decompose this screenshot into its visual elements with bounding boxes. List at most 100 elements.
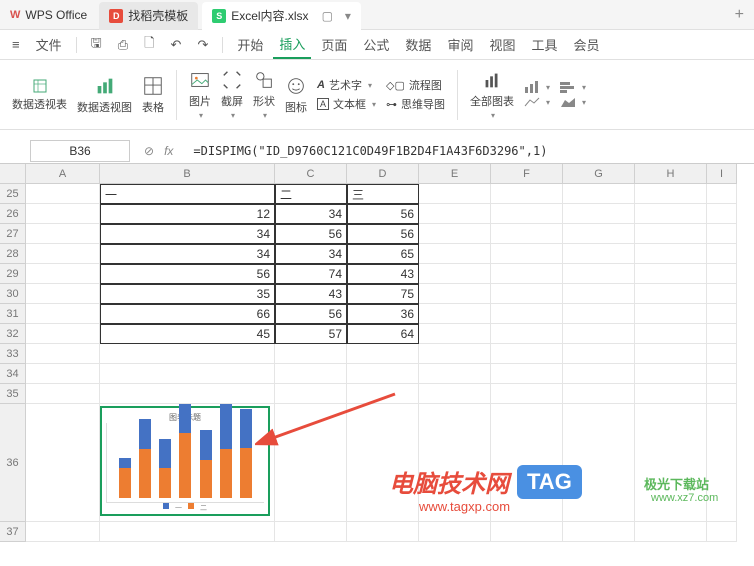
- cell[interactable]: 34: [100, 224, 275, 244]
- cell[interactable]: 34: [275, 244, 347, 264]
- cell[interactable]: [419, 284, 491, 304]
- menu-start[interactable]: 开始: [231, 31, 269, 58]
- cell[interactable]: [491, 364, 563, 384]
- print-icon[interactable]: ⎙: [112, 33, 134, 57]
- row-header[interactable]: 34: [0, 364, 26, 384]
- cell[interactable]: [347, 404, 419, 522]
- save-icon[interactable]: 🖫: [85, 30, 108, 60]
- cell[interactable]: [347, 522, 419, 542]
- cell[interactable]: [419, 522, 491, 542]
- cell[interactable]: [419, 384, 491, 404]
- cell[interactable]: [563, 184, 635, 204]
- cell[interactable]: [491, 244, 563, 264]
- cell[interactable]: [563, 284, 635, 304]
- cell[interactable]: [707, 404, 737, 522]
- cell[interactable]: [707, 204, 737, 224]
- cell[interactable]: [26, 384, 100, 404]
- row-header[interactable]: 32: [0, 324, 26, 344]
- cell[interactable]: [563, 264, 635, 284]
- col-header[interactable]: A: [26, 164, 100, 184]
- cell[interactable]: [26, 404, 100, 522]
- cell[interactable]: [419, 224, 491, 244]
- cell[interactable]: [635, 384, 707, 404]
- cell[interactable]: [707, 384, 737, 404]
- cell[interactable]: [707, 184, 737, 204]
- cell[interactable]: [563, 324, 635, 344]
- cell[interactable]: 一: [100, 184, 275, 204]
- cell[interactable]: [707, 244, 737, 264]
- cell[interactable]: 56: [347, 204, 419, 224]
- menu-file[interactable]: 文件: [30, 31, 68, 58]
- cell[interactable]: [100, 364, 275, 384]
- wordart-button[interactable]: A艺术字: [317, 77, 376, 93]
- cell[interactable]: [707, 224, 737, 244]
- col-header[interactable]: C: [275, 164, 347, 184]
- cell[interactable]: 三: [347, 184, 419, 204]
- cell[interactable]: [100, 344, 275, 364]
- cell[interactable]: 75: [347, 284, 419, 304]
- cell[interactable]: [707, 284, 737, 304]
- col-header[interactable]: I: [707, 164, 737, 184]
- col-header[interactable]: H: [635, 164, 707, 184]
- row-header[interactable]: 35: [0, 384, 26, 404]
- menu-tools[interactable]: 工具: [525, 31, 563, 58]
- cell[interactable]: [275, 364, 347, 384]
- cell[interactable]: [419, 304, 491, 324]
- bar-chart-button[interactable]: [524, 81, 550, 93]
- menu-member[interactable]: 会员: [567, 31, 605, 58]
- select-all-corner[interactable]: [0, 164, 26, 184]
- cell[interactable]: [419, 244, 491, 264]
- redo-icon[interactable]: ↷: [191, 33, 214, 57]
- name-box[interactable]: B36: [30, 140, 130, 162]
- col-header[interactable]: D: [347, 164, 419, 184]
- picture-button[interactable]: 图片: [185, 67, 215, 122]
- cell[interactable]: [26, 304, 100, 324]
- cell[interactable]: 43: [275, 284, 347, 304]
- cell[interactable]: [491, 184, 563, 204]
- col-header[interactable]: F: [491, 164, 563, 184]
- cell[interactable]: 56: [275, 224, 347, 244]
- cell[interactable]: 45: [100, 324, 275, 344]
- cell[interactable]: [707, 324, 737, 344]
- cell[interactable]: [347, 364, 419, 384]
- icons-button[interactable]: 图标: [281, 73, 311, 117]
- area-chart-button[interactable]: [560, 96, 586, 108]
- cell[interactable]: 56: [100, 264, 275, 284]
- cell[interactable]: [275, 344, 347, 364]
- all-charts-button[interactable]: 全部图表: [466, 67, 518, 122]
- line-chart-button[interactable]: [524, 96, 550, 108]
- cell[interactable]: 43: [347, 264, 419, 284]
- row-header[interactable]: 36: [0, 404, 26, 522]
- cell[interactable]: [419, 344, 491, 364]
- undo-icon[interactable]: ↶: [165, 33, 188, 57]
- cell[interactable]: [491, 304, 563, 324]
- cell[interactable]: [491, 224, 563, 244]
- col-header[interactable]: G: [563, 164, 635, 184]
- cell[interactable]: 35: [100, 284, 275, 304]
- tab-close-icon[interactable]: ▾: [345, 9, 351, 23]
- cell[interactable]: [26, 324, 100, 344]
- cell[interactable]: 34: [100, 244, 275, 264]
- row-header[interactable]: 28: [0, 244, 26, 264]
- cell[interactable]: [419, 364, 491, 384]
- cell[interactable]: [491, 384, 563, 404]
- cell[interactable]: [707, 364, 737, 384]
- cell[interactable]: 66: [100, 304, 275, 324]
- cell[interactable]: [347, 384, 419, 404]
- cell[interactable]: [707, 522, 737, 542]
- mindmap-button[interactable]: ⊶思维导图: [386, 96, 445, 112]
- cell[interactable]: [635, 264, 707, 284]
- cell[interactable]: [26, 344, 100, 364]
- row-header[interactable]: 29: [0, 264, 26, 284]
- cell[interactable]: [635, 244, 707, 264]
- cell[interactable]: [26, 224, 100, 244]
- cell[interactable]: 64: [347, 324, 419, 344]
- menu-view[interactable]: 视图: [483, 31, 521, 58]
- cell[interactable]: [563, 224, 635, 244]
- cell[interactable]: [635, 204, 707, 224]
- row-header[interactable]: 27: [0, 224, 26, 244]
- cell[interactable]: [563, 384, 635, 404]
- cell[interactable]: [635, 184, 707, 204]
- cell[interactable]: [563, 244, 635, 264]
- cancel-formula-icon[interactable]: ⊘: [144, 144, 154, 158]
